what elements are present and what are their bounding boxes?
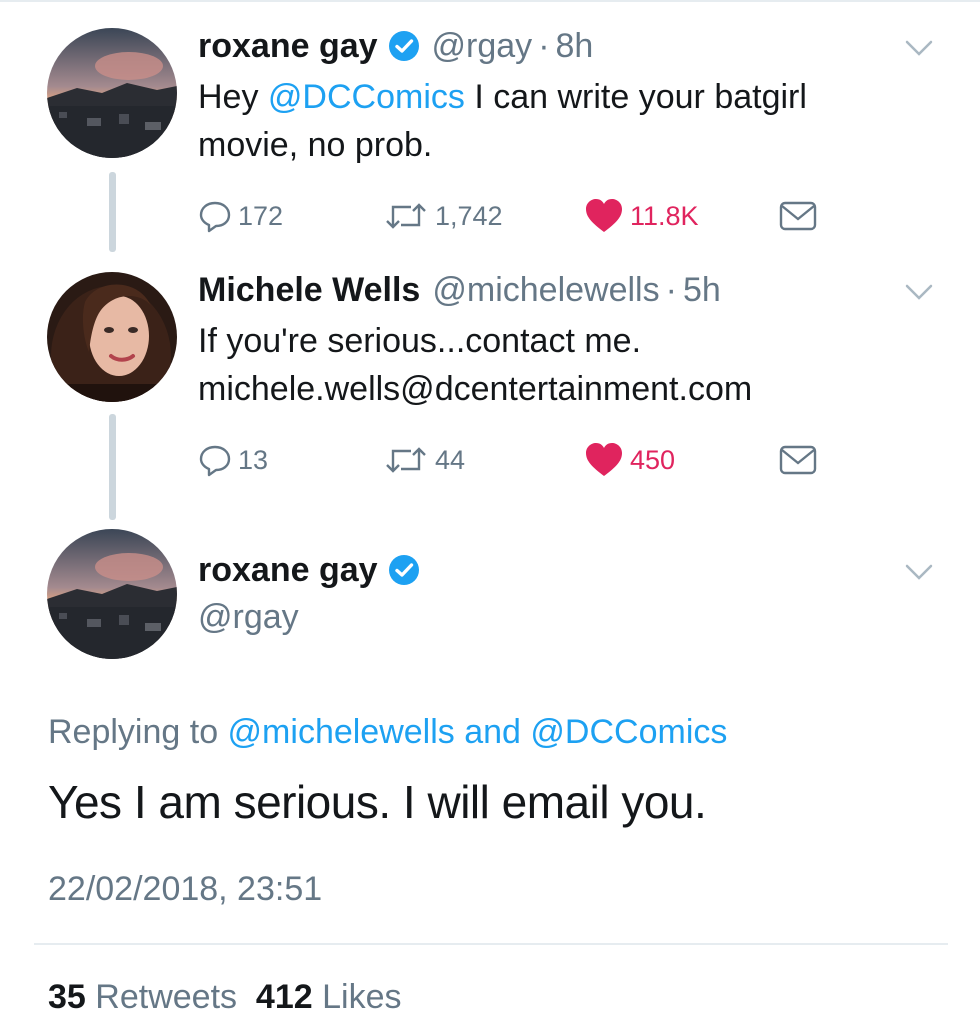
avatar-rgay[interactable] <box>47 529 177 659</box>
tweet-text: Hey @DCComics I can write your batgirl m… <box>198 73 807 169</box>
envelope-icon <box>779 201 817 231</box>
tweet-header: Michele Wells @michelewells · 5h <box>198 270 721 310</box>
reply-count: 172 <box>238 200 284 231</box>
likes-stat[interactable]: 412 Likes <box>256 978 402 1016</box>
retweet-icon <box>386 203 426 229</box>
retweet-label: Retweets <box>95 978 238 1016</box>
replying-to: Replying to @michelewells and @DCComics <box>48 713 727 752</box>
verified-badge-icon <box>388 554 420 586</box>
separator-dot: · <box>538 26 550 65</box>
thread-line <box>109 414 116 520</box>
mention-link[interactable]: @DCComics <box>530 713 727 751</box>
dm-button[interactable] <box>778 440 818 480</box>
tweet-text-line: movie, no prob. <box>198 126 433 164</box>
reply-icon <box>199 445 231 477</box>
retweet-button[interactable]: 1,742 <box>383 196 503 236</box>
like-button[interactable]: 11.8K <box>584 196 699 236</box>
tweet-actions: 172 1,742 11.8K <box>198 196 838 236</box>
author-handle[interactable]: @michelewells <box>432 271 659 310</box>
tweet-actions: 13 44 450 <box>198 440 838 480</box>
reply-icon <box>199 201 231 233</box>
heart-icon <box>586 443 622 476</box>
like-label: Likes <box>322 978 402 1016</box>
retweet-count: 1,742 <box>435 200 503 231</box>
retweet-total: 35 <box>48 978 86 1016</box>
divider <box>34 943 948 945</box>
retweet-count: 44 <box>435 444 466 475</box>
replying-and: and <box>454 713 531 751</box>
avatar-michelewells[interactable] <box>47 272 177 402</box>
email-text: michele.wells@dcentertainment.com <box>198 370 753 408</box>
author-name[interactable]: roxane gay <box>198 27 378 66</box>
verified-badge-icon <box>388 30 420 62</box>
tweet-header: roxane gay @rgay · 8h <box>198 26 593 66</box>
reply-button[interactable]: 172 <box>198 196 283 236</box>
tweet-time[interactable]: 5h <box>683 271 721 310</box>
tweet-header: roxane gay <box>198 550 420 590</box>
avatar-rgay[interactable] <box>47 28 177 158</box>
top-divider <box>0 0 980 2</box>
retweet-button[interactable]: 44 <box>383 440 465 480</box>
thread-line <box>109 172 116 252</box>
author-handle[interactable]: @rgay <box>198 598 299 637</box>
like-button[interactable]: 450 <box>584 440 675 480</box>
chevron-down-icon[interactable] <box>904 562 934 582</box>
like-count: 11.8K <box>630 200 699 231</box>
chevron-down-icon[interactable] <box>904 282 934 302</box>
like-count: 450 <box>630 444 676 475</box>
chevron-down-icon[interactable] <box>904 38 934 58</box>
retweet-icon <box>386 447 426 473</box>
envelope-icon <box>779 445 817 475</box>
author-handle[interactable]: @rgay <box>432 27 533 66</box>
retweets-stat[interactable]: 35 Retweets <box>48 978 237 1016</box>
reply-button[interactable]: 13 <box>198 440 268 480</box>
tweet-timestamp[interactable]: 22/02/2018, 23:51 <box>48 870 322 909</box>
replying-prefix: Replying to <box>48 713 228 751</box>
heart-icon <box>586 199 622 232</box>
mention-link[interactable]: @michelewells <box>228 713 455 751</box>
tweet-text-part: Hey <box>198 78 268 116</box>
dm-button[interactable] <box>778 196 818 236</box>
author-name[interactable]: roxane gay <box>198 551 378 590</box>
author-name[interactable]: Michele Wells <box>198 271 420 310</box>
tweet-text: If you're serious...contact me. michele.… <box>198 317 752 413</box>
tweet-time[interactable]: 8h <box>556 27 594 66</box>
tweet-text-line: If you're serious...contact me. <box>198 322 642 360</box>
tweet-text-part: I can write your batgirl <box>464 78 807 116</box>
mention-link[interactable]: @DCComics <box>268 78 465 116</box>
like-total: 412 <box>255 978 313 1016</box>
reply-count: 13 <box>238 444 269 475</box>
separator-dot: · <box>665 270 677 309</box>
tweet-text: Yes I am serious. I will email you. <box>48 776 707 828</box>
tweet-stats: 35 Retweets 412 Likes <box>48 978 401 1017</box>
